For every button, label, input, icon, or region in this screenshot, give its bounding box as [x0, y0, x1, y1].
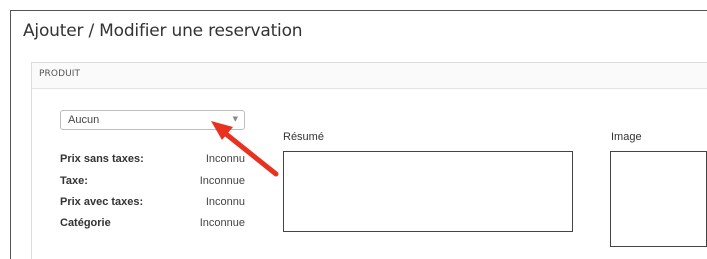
annotation-arrow	[211, 121, 279, 177]
annotation-arrow-shaft	[223, 131, 279, 177]
